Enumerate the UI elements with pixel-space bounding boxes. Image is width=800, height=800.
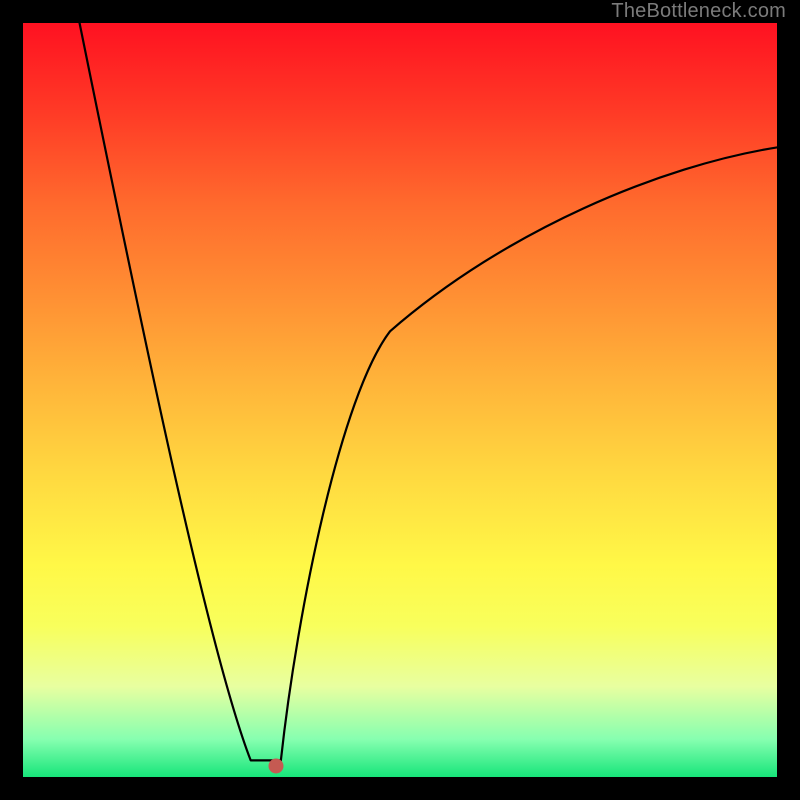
plot-area <box>23 23 777 777</box>
optimal-point-marker <box>268 758 283 773</box>
bottleneck-curve <box>23 23 777 777</box>
chart-frame: TheBottleneck.com <box>0 0 800 800</box>
watermark-text: TheBottleneck.com <box>611 0 786 23</box>
